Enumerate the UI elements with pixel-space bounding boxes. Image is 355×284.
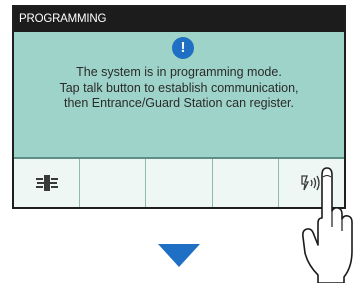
- message-line-2: Tap talk button to establish communicati…: [59, 80, 299, 95]
- hand-pointer-icon: [302, 167, 353, 283]
- screen-title: PROGRAMMING: [19, 13, 107, 25]
- instruction-figure: PROGRAMMING ! The system is in programmi…: [0, 0, 355, 284]
- message-line-3: then Entrance/Guard Station can register…: [64, 96, 294, 110]
- monitor-screen: PROGRAMMING ! The system is in programmi…: [12, 5, 346, 209]
- message-line-1: The system is in programming mode.: [76, 65, 282, 79]
- exclamation-circle-icon: !: [172, 37, 194, 59]
- soft-key-bar: [14, 157, 344, 207]
- transfer-icon: [35, 175, 58, 191]
- soft-key-2[interactable]: [80, 159, 147, 207]
- soft-key-3[interactable]: [146, 159, 213, 207]
- arrow-down-icon: [158, 244, 200, 267]
- title-bar: PROGRAMMING: [14, 7, 344, 32]
- transfer-button[interactable]: [14, 159, 81, 207]
- soft-key-4[interactable]: [213, 159, 279, 207]
- programming-message: The system is in programming mode. Tap t…: [14, 65, 344, 112]
